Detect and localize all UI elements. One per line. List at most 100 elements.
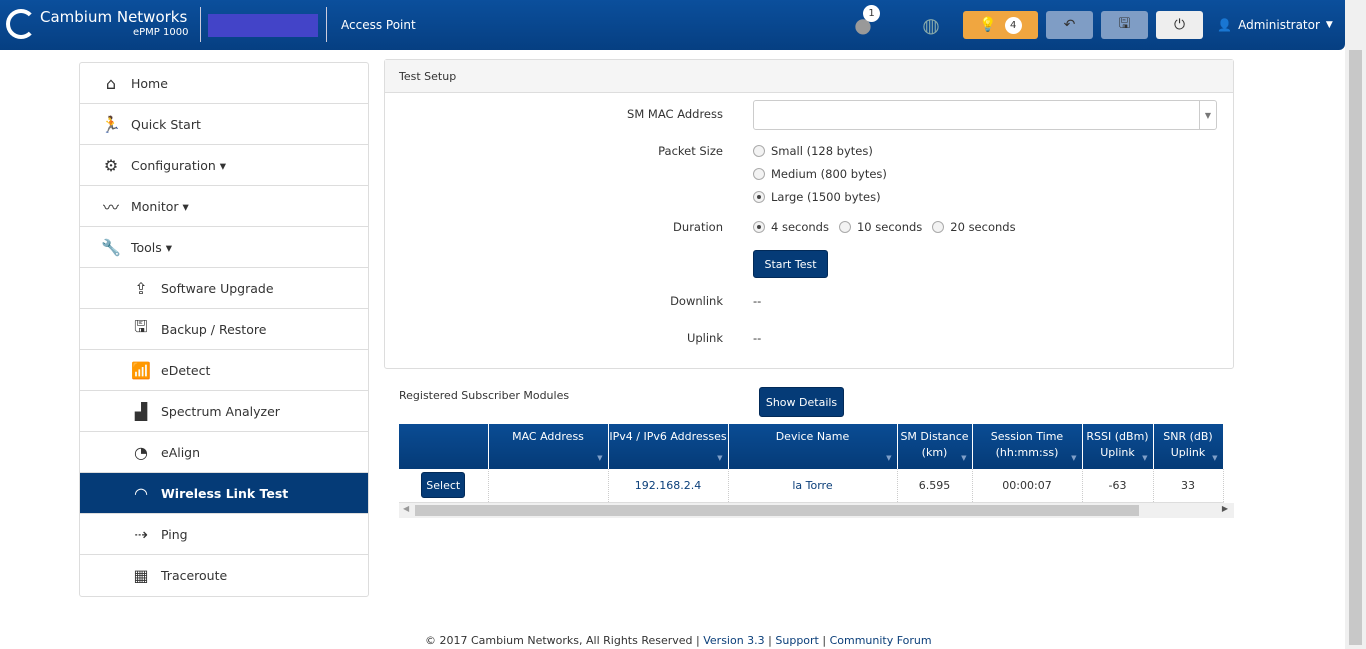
tools-icon: 🔧: [101, 237, 121, 257]
chevron-down-icon: ▼: [1199, 101, 1216, 129]
radio-label: Large (1500 bytes): [771, 190, 881, 204]
show-details-button[interactable]: Show Details: [759, 387, 844, 417]
monitor-icon: 〰: [102, 198, 119, 217]
vertical-scrollbar[interactable]: [1345, 0, 1366, 649]
alerts-button[interactable]: 💡 4: [963, 11, 1038, 39]
start-test-button[interactable]: Start Test: [753, 250, 828, 278]
edetect-icon: 📶: [131, 360, 151, 380]
reboot-button[interactable]: ⏻: [1156, 11, 1203, 39]
user-icon: 👤: [1217, 18, 1233, 32]
ip-cell[interactable]: 192.168.2.4: [608, 469, 729, 503]
user-menu[interactable]: 👤 Administrator ▼: [1217, 11, 1333, 39]
sidebar-item-wireless-link-test[interactable]: ◠ Wireless Link Test: [80, 473, 368, 514]
brand-name: Cambium Networks: [40, 8, 188, 26]
column-header[interactable]: SM Distance (km) ▼: [897, 424, 973, 469]
software-upgrade-icon: ⇪: [134, 278, 148, 298]
user-name: Administrator: [1238, 18, 1320, 32]
home-icon: ⌂: [105, 73, 117, 93]
support-link[interactable]: Support: [775, 634, 818, 647]
sidebar-item-label: Backup / Restore: [161, 321, 267, 337]
sidebar-item-spectrum-analyzer[interactable]: ▟ Spectrum Analyzer: [80, 391, 368, 432]
duration-radio[interactable]: 20 seconds: [932, 220, 1016, 234]
device-mode: Access Point: [341, 18, 416, 32]
column-header[interactable]: Session Time (hh:mm:ss) ▼: [972, 424, 1083, 469]
panel-title: Test Setup: [385, 60, 1233, 93]
registered-sm-table: MAC Address ▼ IPv4 / IPv6 Addresses ▼ Device…: [399, 424, 1224, 503]
sidebar-item-monitor[interactable]: 〰 Monitor ▾: [80, 186, 368, 227]
column-header[interactable]: SNR (dB) Uplink ▼: [1153, 424, 1224, 469]
sidebar-item-label: Traceroute: [161, 568, 228, 583]
column-header[interactable]: RSSI (dBm) Uplink ▼: [1082, 424, 1154, 469]
packet-size-radio[interactable]: Medium (800 bytes): [753, 167, 887, 181]
users-button[interactable]: ● 1: [848, 5, 880, 39]
mac-cell: [488, 469, 609, 503]
sidebar-item-configuration[interactable]: ⚙ Configuration ▾: [80, 145, 368, 186]
sidebar-item-label: Ping: [161, 526, 188, 542]
sidebar-item-label: Spectrum Analyzer: [161, 403, 280, 419]
sidebar-item-traceroute[interactable]: ▦ Traceroute: [80, 555, 368, 596]
column-header[interactable]: IPv4 / IPv6 Addresses ▼: [608, 424, 729, 469]
uplink-label: Uplink: [686, 331, 723, 345]
device-model: ePMP 1000: [133, 27, 189, 38]
version-link[interactable]: Version 3.3: [703, 634, 764, 647]
caret-down-icon: ▼: [1325, 20, 1333, 30]
community-forum-link[interactable]: Community Forum: [830, 634, 932, 647]
column-header[interactable]: Device Name ▼: [728, 424, 898, 469]
sidebar-item-home[interactable]: ⌂ Home: [80, 63, 368, 104]
duration-label: Duration: [673, 220, 723, 234]
cambium-logo-icon: [6, 9, 36, 39]
alerts-badge: 4: [1004, 16, 1022, 34]
select-button[interactable]: Select: [421, 472, 466, 499]
radio-label: 20 seconds: [950, 220, 1016, 234]
radio-label: Medium (800 bytes): [771, 167, 887, 181]
undo-button[interactable]: ↶: [1046, 11, 1093, 39]
radio-label: 10 seconds: [856, 220, 923, 234]
packet-size-radio[interactable]: Large (1500 bytes): [753, 190, 881, 204]
session-time-cell: 00:00:07: [972, 469, 1083, 503]
sidebar-item-label: eAlign: [161, 444, 201, 460]
wireless-link-test-icon: ◠: [134, 483, 148, 503]
downlink-value: --: [753, 294, 762, 308]
sidebar-item-label: Software Upgrade: [161, 280, 274, 296]
sidebar-item-label: Monitor ▾: [131, 198, 189, 214]
traceroute-icon: ▦: [133, 566, 149, 585]
uplink-value: --: [753, 331, 762, 345]
device-name-field: [208, 14, 318, 37]
ealign-icon: ◔: [134, 442, 148, 462]
duration-radio[interactable]: 10 seconds: [838, 220, 923, 234]
snr-cell: 33: [1153, 469, 1224, 503]
column-header[interactable]: [399, 424, 489, 469]
save-icon: 🖫: [1118, 16, 1131, 32]
save-button[interactable]: 🖫: [1101, 11, 1148, 39]
sidebar-item-label: Home: [131, 75, 168, 91]
radio-label: Small (128 bytes): [771, 144, 873, 158]
lightbulb-icon: 💡: [979, 17, 997, 33]
globe-icon[interactable]: ◍: [918, 11, 944, 39]
distance-cell: 6.595: [897, 469, 973, 503]
sidebar-item-edetect[interactable]: 📶 eDetect: [80, 350, 368, 391]
sidebar-item-tools[interactable]: 🔧 Tools ▾: [80, 227, 368, 268]
duration-radio[interactable]: 4 seconds: [753, 220, 829, 234]
device-name-cell[interactable]: la Torre: [728, 469, 898, 503]
undo-icon: ↶: [1063, 17, 1076, 33]
footer: © 2017 Cambium Networks, All Rights Rese…: [425, 634, 932, 647]
configuration-icon: ⚙: [103, 155, 119, 175]
table-row: Select 192.168.2.4 la Torre 6.595 00:00:…: [399, 469, 1224, 503]
backup-restore-icon: 🖫: [134, 316, 148, 336]
spectrum-analyzer-icon: ▟: [134, 401, 148, 421]
sidebar-item-quick-start[interactable]: 🏃 Quick Start: [80, 104, 368, 145]
sidebar-item-ping[interactable]: ⇢ Ping: [80, 514, 368, 555]
sm-mac-select[interactable]: ▼: [753, 100, 1217, 130]
top-header: Cambium Networks ePMP 1000 Access Point …: [0, 0, 1345, 50]
sm-mac-label: SM MAC Address: [627, 107, 723, 121]
sidebar-item-ealign[interactable]: ◔ eAlign: [80, 432, 368, 473]
horizontal-scrollbar[interactable]: ◀ ▶: [399, 503, 1234, 518]
sidebar-item-backup-restore[interactable]: 🖫 Backup / Restore: [80, 309, 368, 350]
sidebar-item-software-upgrade[interactable]: ⇪ Software Upgrade: [80, 268, 368, 309]
ping-icon: ⇢: [134, 524, 148, 544]
column-header[interactable]: MAC Address ▼: [488, 424, 609, 469]
users-badge: 1: [863, 5, 880, 22]
sidebar: ⌂ Home 🏃 Quick Start ⚙ Configuration ▾ 〰 Monito…: [79, 62, 369, 597]
packet-size-radio[interactable]: Small (128 bytes): [753, 144, 873, 158]
rssi-cell: -63: [1082, 469, 1154, 503]
